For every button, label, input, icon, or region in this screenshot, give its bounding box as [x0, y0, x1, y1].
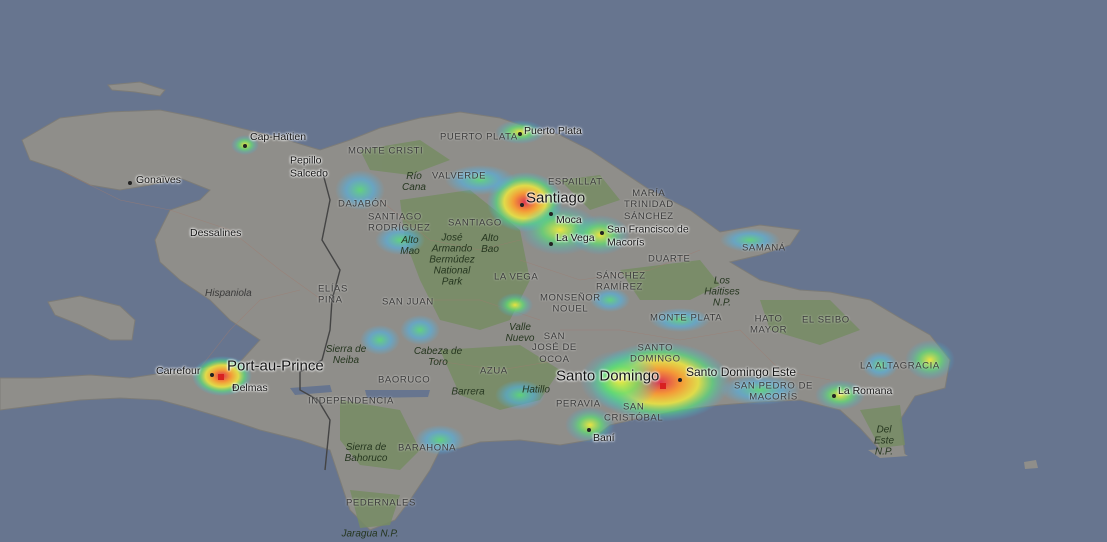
province-label: EL SEIBO	[802, 314, 850, 326]
park-label: Sierra de Bahoruco	[344, 442, 388, 464]
city-dot[interactable]	[600, 231, 604, 235]
province-label: SANTO DOMINGO	[630, 342, 681, 365]
province-label: AZUA	[480, 365, 508, 377]
park-label: Barrera	[451, 386, 485, 398]
tortuga-island	[107, 81, 166, 97]
park-label: José Armando Bermúdez National Park	[429, 232, 475, 288]
city-label-dessalines[interactable]: Dessalines	[190, 228, 241, 239]
province-label: LA VEGA	[494, 271, 539, 283]
park-label: Alto Mao	[400, 235, 420, 257]
province-label: SAN PEDRO DE MACORÍS	[734, 380, 813, 403]
city-dot[interactable]	[678, 378, 682, 382]
park-label: Los Haitises N.P.	[704, 275, 740, 309]
province-label: DUARTE	[648, 253, 691, 265]
province-label: DAJABÓN	[338, 198, 388, 210]
province-label: MONSEÑOR NOUEL	[540, 292, 601, 315]
city-dot[interactable]	[210, 373, 214, 377]
province-label: BARAHONA	[398, 442, 457, 454]
park-label: Hatillo	[522, 384, 550, 396]
province-label: MARÍA TRINIDAD SÁNCHEZ	[624, 187, 674, 222]
capital-marker[interactable]	[218, 374, 224, 380]
province-label: VALVERDE	[432, 170, 487, 182]
city-label-santo-domingo[interactable]: Santo Domingo	[556, 369, 659, 384]
city-label-la-romana[interactable]: La Romana	[838, 386, 892, 397]
city-label-port-au-prince[interactable]: Port-au-Prince	[227, 359, 324, 374]
province-label: ESPAILLAT	[548, 176, 603, 188]
city-dot[interactable]	[832, 394, 836, 398]
park-label: Sierra de Neiba	[325, 344, 367, 366]
city-dot[interactable]	[549, 212, 553, 216]
city-label-san-francisco-de-macoris[interactable]: San Francisco de Macorís	[607, 223, 689, 248]
city-dot[interactable]	[243, 144, 247, 148]
city-label-cap-haitien[interactable]: Cap-Haïtien	[250, 132, 306, 143]
city-label-puerto-plata[interactable]: Puerto Plata	[524, 126, 582, 137]
province-label: MONTE CRISTI	[348, 145, 424, 157]
city-label-santiago[interactable]: Santiago	[526, 191, 585, 206]
city-dot[interactable]	[128, 181, 132, 185]
park-label: Del Este N.P.	[873, 424, 895, 458]
province-label: PUERTO PLATA	[440, 131, 518, 143]
city-label-la-vega[interactable]: La Vega	[556, 233, 595, 244]
province-label: SANTIAGO RODRÍGUEZ	[368, 211, 431, 234]
park-label: Cabeza de Toro	[413, 346, 463, 368]
city-label-pepillo-salcedo[interactable]: Pepillo Salcedo	[290, 154, 328, 179]
province-label: SAN CRISTÓBAL	[604, 401, 664, 424]
city-label-delmas[interactable]: Delmas	[232, 383, 268, 394]
city-dot[interactable]	[518, 132, 522, 136]
capital-marker[interactable]	[660, 383, 666, 389]
province-label: MONTE PLATA	[650, 312, 723, 324]
province-label: SAN JUAN	[382, 296, 434, 308]
province-label: ELÍAS PIÑA	[318, 283, 348, 306]
map-base-layer	[0, 81, 1038, 531]
region-label-hispaniola: Hispaniola	[205, 288, 252, 299]
park-label: Jaragua N.P.	[341, 528, 399, 540]
city-dot[interactable]	[520, 203, 524, 207]
city-label-moca[interactable]: Moca	[556, 215, 582, 226]
city-dot[interactable]	[587, 428, 591, 432]
province-label: PEDERNALES	[346, 497, 416, 509]
province-label: SAN JOSÉ DE OCOA	[532, 330, 577, 365]
province-label: PERAVIA	[556, 398, 601, 410]
park-label: Alto Bao	[481, 233, 499, 255]
province-label: SÁNCHEZ RAMÍREZ	[596, 270, 646, 293]
province-label: INDEPENDENCIA	[308, 395, 394, 407]
province-label: SAMANÁ	[742, 242, 786, 254]
city-label-carrefour[interactable]: Carrefour	[156, 366, 200, 377]
park-label: Río Cana	[402, 171, 426, 193]
province-label: BAORUCO	[378, 374, 431, 386]
gonave-island	[47, 295, 136, 341]
city-dot[interactable]	[549, 242, 553, 246]
city-label-gonaives[interactable]: Gonaïves	[136, 175, 181, 186]
province-label: LA ALTAGRACIA	[860, 360, 940, 372]
city-label-santo-domingo-este[interactable]: Santo Domingo Este	[686, 366, 796, 378]
park-label: Valle Nuevo	[505, 322, 535, 344]
province-label: SANTIAGO	[448, 217, 502, 229]
map-canvas[interactable]: Santo Domingo Santo Domingo Este Port-au…	[0, 0, 1107, 542]
city-label-bani[interactable]: Baní	[593, 433, 615, 444]
province-label: HATO MAYOR	[750, 313, 788, 336]
